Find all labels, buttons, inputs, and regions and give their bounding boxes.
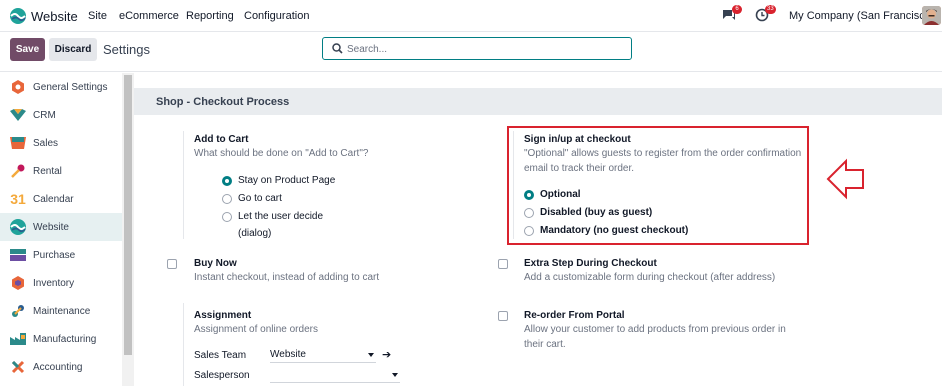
radio-stay-on-product-page[interactable]: Stay on Product Page: [222, 175, 335, 189]
extra-step-checkbox[interactable]: [498, 259, 508, 269]
extra-step-title: Extra Step During Checkout: [524, 258, 657, 269]
activities-button[interactable]: 33: [755, 5, 776, 25]
user-avatar-image: [922, 6, 941, 25]
sidebar-item-maintenance[interactable]: Maintenance: [0, 297, 122, 325]
website-app-icon[interactable]: [10, 8, 26, 24]
sales-icon: [10, 135, 26, 151]
reorder-description-line2: their cart.: [524, 339, 566, 350]
inventory-icon: [10, 275, 26, 291]
add-to-cart-title: Add to Cart: [194, 134, 249, 145]
sales-team-select[interactable]: Website: [270, 349, 376, 363]
reorder-checkbox[interactable]: [498, 311, 508, 321]
buy-now-description: Instant checkout, instead of adding to c…: [194, 272, 380, 283]
gear-icon: [10, 79, 26, 95]
radio-label: Stay on Product Page: [238, 175, 336, 186]
manufacturing-icon: [10, 331, 26, 347]
user-avatar[interactable]: [922, 6, 941, 25]
salesperson-label: Salesperson: [194, 370, 250, 381]
setting-divider: [183, 303, 184, 386]
sidebar-item-accounting[interactable]: Accounting: [0, 353, 122, 381]
radio-button[interactable]: [222, 212, 232, 222]
reorder-description-line1: Allow your customer to add products from…: [524, 324, 786, 335]
radio-go-to-cart[interactable]: Go to cart: [222, 193, 282, 207]
menu-configuration[interactable]: Configuration: [244, 10, 309, 22]
sales-team-label: Sales Team: [194, 350, 247, 361]
pointer-arrow-icon: [826, 158, 864, 200]
sidebar-item-label: Purchase: [33, 249, 76, 261]
accounting-icon: [10, 359, 26, 375]
external-link-arrow-icon[interactable]: ➔: [382, 348, 391, 361]
sidebar-item-manufacturing[interactable]: Manufacturing: [0, 325, 122, 353]
website-icon: [10, 219, 26, 235]
sidebar-scrollbar[interactable]: [122, 73, 134, 386]
radio-label: Go to cart: [238, 193, 282, 204]
assignment-description: Assignment of online orders: [194, 324, 318, 335]
settings-sidebar: General Settings CRM Sales Rental 31 Cal…: [0, 73, 122, 386]
scrollbar-thumb[interactable]: [124, 75, 132, 355]
crm-icon: [10, 107, 26, 123]
reorder-title: Re-order From Portal: [524, 310, 625, 321]
radio-label-line2: (dialog): [238, 228, 272, 239]
sidebar-item-label: General Settings: [33, 81, 108, 93]
radio-button[interactable]: [222, 194, 232, 204]
radio-button[interactable]: [222, 176, 232, 186]
purchase-icon: [10, 247, 26, 263]
salesperson-select[interactable]: [270, 369, 400, 383]
rental-icon: [10, 163, 26, 179]
sidebar-item-label: Manufacturing: [33, 333, 97, 345]
sidebar-item-sales[interactable]: Sales: [0, 129, 122, 157]
sidebar-item-purchase[interactable]: Purchase: [0, 241, 122, 269]
buy-now-title: Buy Now: [194, 258, 237, 269]
radio-let-user-decide[interactable]: Let the user decide (dialog): [222, 211, 323, 242]
sidebar-item-label: Sales: [33, 137, 59, 149]
chevron-down-icon: [392, 373, 398, 377]
calendar-icon: 31: [10, 191, 26, 207]
reorder-description: Allow your customer to add products from…: [524, 322, 786, 352]
sidebar-item-label: Maintenance: [33, 305, 91, 317]
add-to-cart-description: What should be done on "Add to Cart"?: [194, 148, 369, 159]
maintenance-icon: [10, 303, 26, 319]
chevron-down-icon: [368, 353, 374, 357]
top-navbar: Website Site eCommerce Reporting Configu…: [0, 0, 942, 32]
menu-reporting[interactable]: Reporting: [186, 10, 234, 22]
search-box[interactable]: [322, 37, 632, 60]
search-icon: [332, 43, 343, 54]
messages-badge: 6: [732, 5, 742, 14]
radio-label: Let the user decide (dialog): [238, 208, 323, 242]
sidebar-item-rental[interactable]: Rental: [0, 157, 122, 185]
company-switcher[interactable]: My Company (San Francisco): [789, 10, 935, 22]
sidebar-item-label: CRM: [33, 109, 56, 121]
highlight-box: [507, 126, 809, 245]
activities-badge: 33: [765, 5, 776, 14]
section-header: Shop - Checkout Process: [134, 88, 942, 115]
app-name[interactable]: Website: [31, 9, 78, 24]
assignment-title: Assignment: [194, 310, 252, 321]
buy-now-checkbox[interactable]: [167, 259, 177, 269]
sales-team-value: Website: [270, 349, 306, 360]
sidebar-item-label: Website: [33, 221, 69, 233]
sidebar-item-calendar[interactable]: 31 Calendar: [0, 185, 122, 213]
sidebar-item-label: Rental: [33, 165, 62, 177]
sidebar-item-website[interactable]: Website: [0, 213, 122, 241]
sidebar-item-general-settings[interactable]: General Settings: [0, 73, 122, 101]
save-button[interactable]: Save: [10, 38, 45, 61]
extra-step-description: Add a customizable form during checkout …: [524, 272, 776, 283]
radio-label-line1: Let the user decide: [238, 211, 324, 222]
messages-button[interactable]: 6: [722, 5, 742, 25]
control-panel: Save Discard Settings: [0, 32, 942, 72]
menu-ecommerce[interactable]: eCommerce: [119, 10, 179, 22]
sidebar-item-label: Inventory: [33, 277, 75, 289]
sidebar-item-label: Accounting: [33, 361, 83, 373]
menu-site[interactable]: Site: [88, 10, 107, 22]
sidebar-item-crm[interactable]: CRM: [0, 101, 122, 129]
discard-button[interactable]: Discard: [49, 38, 97, 61]
search-input[interactable]: [347, 41, 627, 57]
setting-divider: [183, 131, 184, 239]
sidebar-item-inventory[interactable]: Inventory: [0, 269, 122, 297]
sidebar-item-label: Calendar: [33, 193, 74, 205]
page-title: Settings: [103, 42, 150, 57]
